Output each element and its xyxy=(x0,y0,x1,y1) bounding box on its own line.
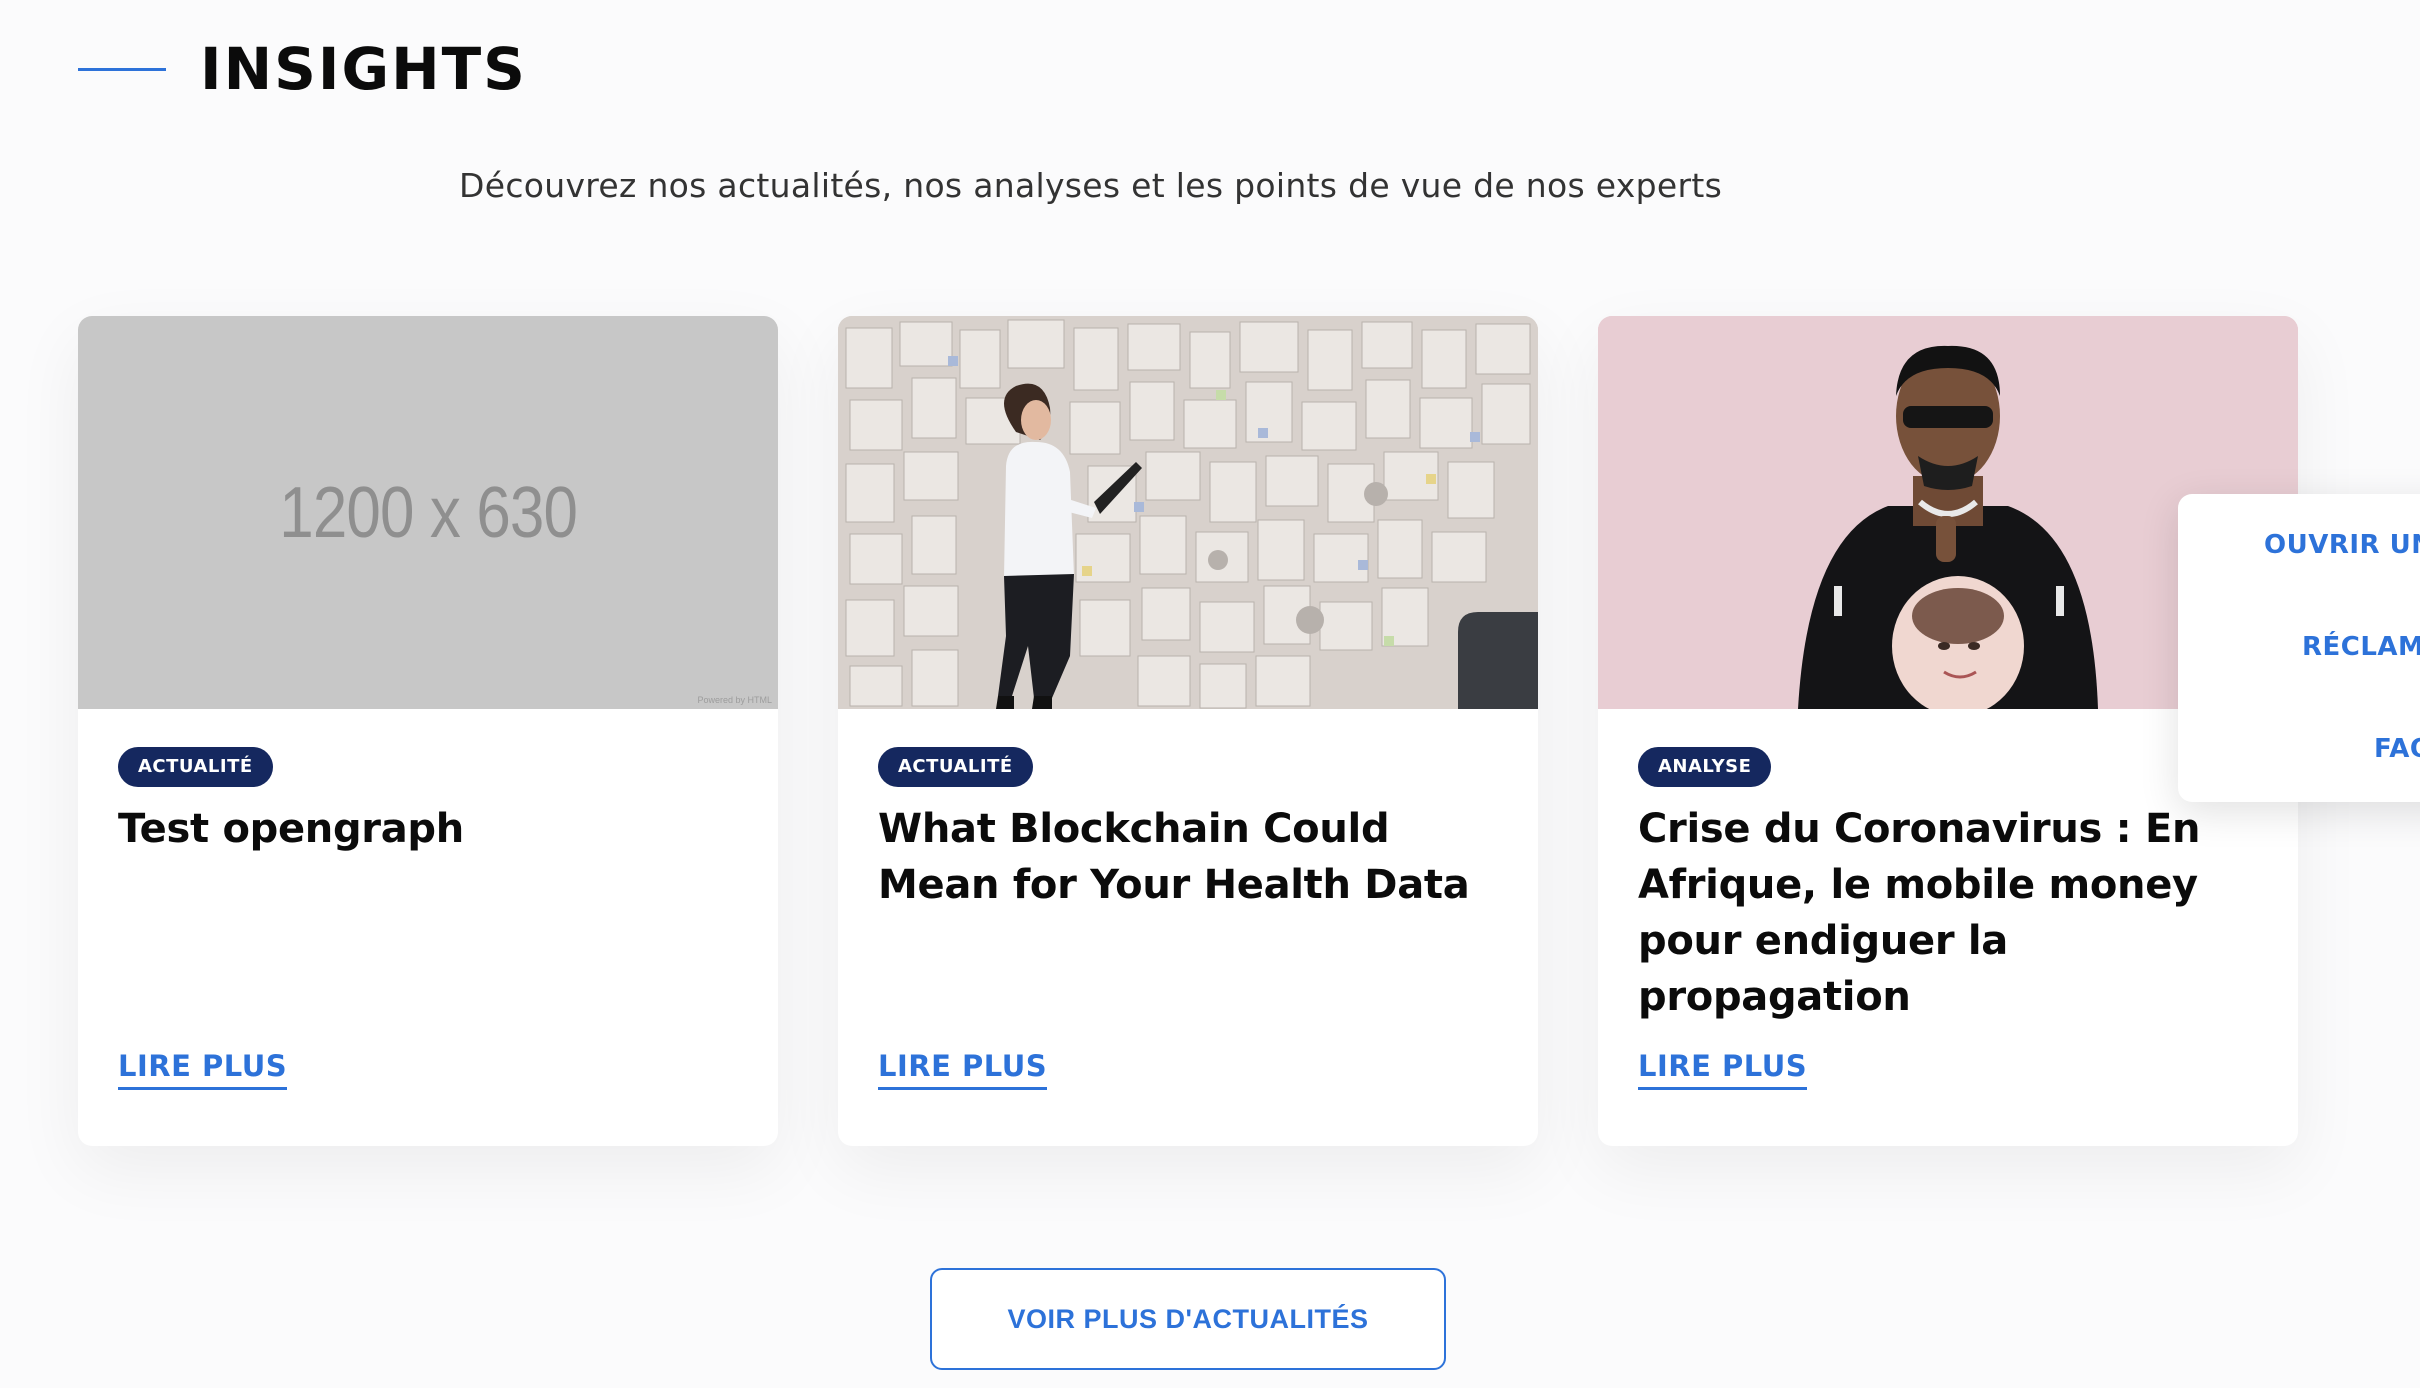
card-image-woman-data-wall[interactable] xyxy=(838,316,1538,709)
placeholder-caption: Powered by HTML xyxy=(697,695,772,705)
category-badge: ACTUALITÉ xyxy=(118,747,273,787)
placeholder-size-text: 1200 x 630 xyxy=(279,472,578,553)
category-badge: ANALYSE xyxy=(1638,747,1772,787)
title-accent-line xyxy=(78,67,166,71)
read-more-link[interactable]: LIRE PLUS xyxy=(878,1049,1048,1090)
quick-menu-faq[interactable]: FAQ xyxy=(2374,734,2420,764)
insight-card[interactable]: ACTUALITÉ What Blockchain Could Mean for… xyxy=(838,316,1538,1146)
quick-menu-complaint[interactable]: RÉCLAMA xyxy=(2302,632,2420,662)
card-body: ACTUALITÉ Test opengraph LIRE PLUS xyxy=(78,709,778,1146)
card-body: ACTUALITÉ What Blockchain Could Mean for… xyxy=(838,709,1538,1146)
insight-card[interactable]: 1200 x 630 Powered by HTML ACTUALITÉ Tes… xyxy=(78,316,778,1146)
card-title[interactable]: What Blockchain Could Mean for Your Heal… xyxy=(878,801,1498,913)
more-news-button[interactable]: VOIR PLUS D'ACTUALITÉS xyxy=(930,1268,1446,1370)
card-image-placeholder[interactable]: 1200 x 630 Powered by HTML xyxy=(78,316,778,709)
read-more-link[interactable]: LIRE PLUS xyxy=(1638,1049,1808,1090)
card-title[interactable]: Crise du Coronavirus : En Afrique, le mo… xyxy=(1638,801,2258,1025)
floating-quick-menu: OUVRIR UN RÉCLAMA FAQ xyxy=(2178,494,2420,802)
read-more-link[interactable]: LIRE PLUS xyxy=(118,1049,288,1090)
quick-menu-open-account[interactable]: OUVRIR UN xyxy=(2264,530,2420,560)
section-header: INSIGHTS xyxy=(78,36,527,102)
card-title[interactable]: Test opengraph xyxy=(118,801,738,857)
page-subtitle: Découvrez nos actualités, nos analyses e… xyxy=(459,166,1723,205)
page-title: INSIGHTS xyxy=(200,35,527,103)
office-illustration xyxy=(838,316,1538,709)
category-badge: ACTUALITÉ xyxy=(878,747,1033,787)
